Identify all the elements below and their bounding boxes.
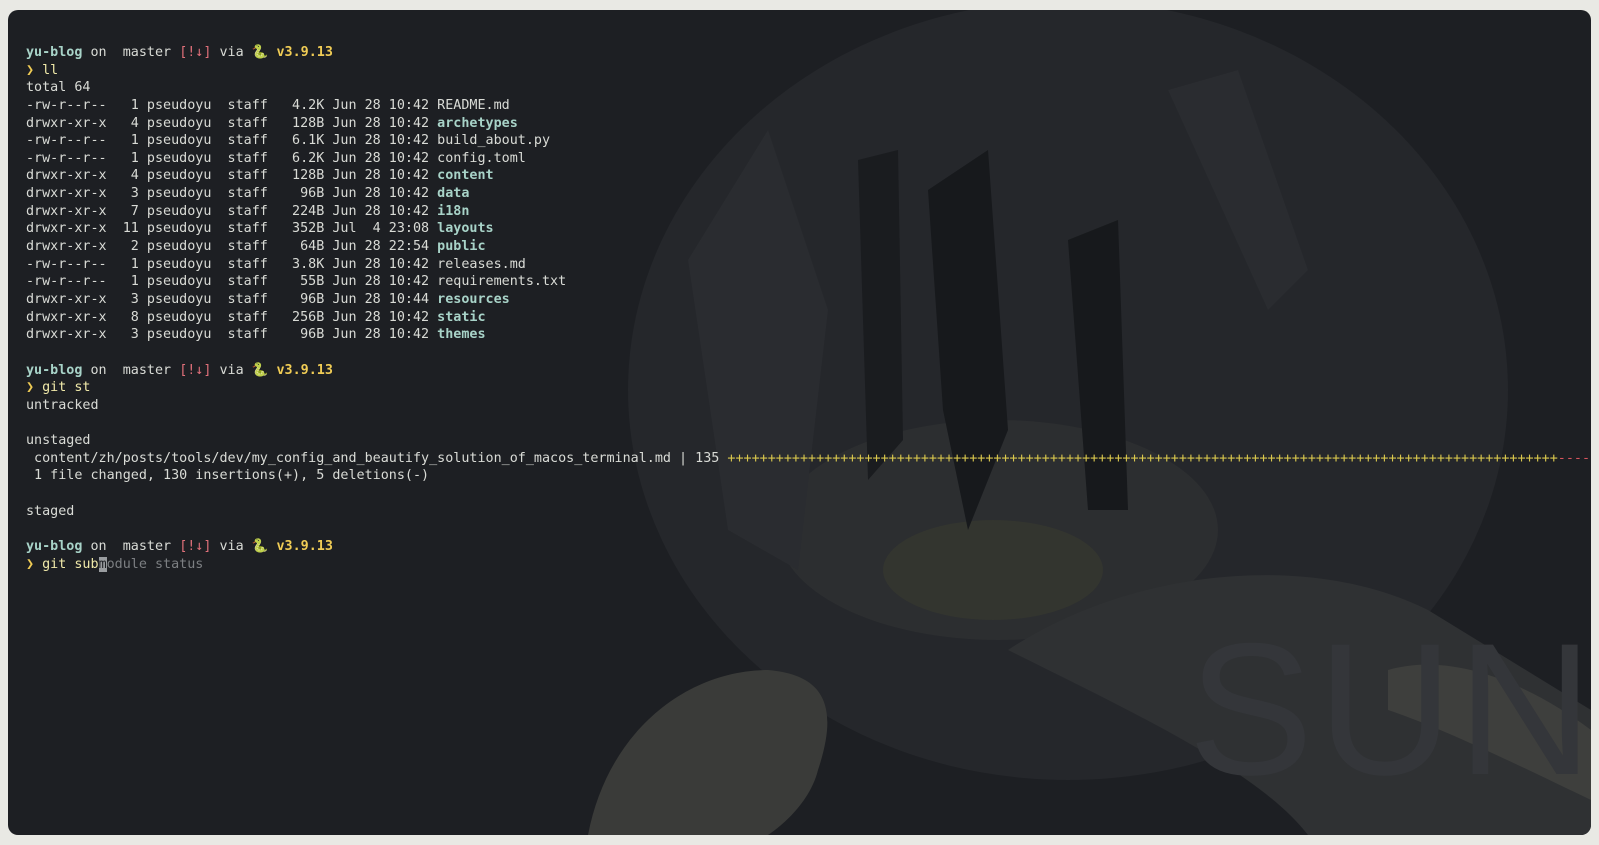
git-branch: master xyxy=(122,538,172,554)
file-name[interactable]: build_about.py xyxy=(437,133,550,148)
git-status: [!↓] xyxy=(179,362,212,378)
prompt-line: yu-blog on master [!↓] via 🐍 v3.9.13 xyxy=(26,362,1591,380)
prompt-on: on xyxy=(90,362,107,378)
untracked-label: untracked xyxy=(26,397,99,413)
python-version: v3.9.13 xyxy=(276,538,333,554)
directory-name[interactable]: data xyxy=(437,186,469,201)
text-cursor: m xyxy=(98,556,107,572)
directory-name[interactable]: static xyxy=(437,310,485,325)
terminal-output: yu-blog on master [!↓] via 🐍 v3.9.13 ❯ ll… xyxy=(26,44,1591,573)
prompt-symbol: ❯ xyxy=(26,380,35,396)
directory-name[interactable]: public xyxy=(437,239,485,254)
git-status: [!↓] xyxy=(179,538,212,554)
command-text: ll xyxy=(42,62,59,78)
git-status: [!↓] xyxy=(179,45,212,60)
prompt-directory: yu-blog xyxy=(26,362,83,378)
command-text: git st xyxy=(42,380,91,396)
prompt-via: via xyxy=(219,362,244,378)
directory-name[interactable]: content xyxy=(437,168,493,183)
python-icon: 🐍 xyxy=(251,362,269,378)
prompt-directory: yu-blog xyxy=(26,45,83,60)
ls-entry: -rw-r--r-- 1 pseudoyu staff 3.8K Jun 28 … xyxy=(26,256,526,272)
ls-entry: drwxr-xr-x 3 pseudoyu staff 96B Jun 28 1… xyxy=(26,186,470,202)
diff-insertions-bar: ++++++++++++++++++++++++++++++++++++++++… xyxy=(727,450,1558,466)
python-icon: 🐍 xyxy=(251,538,269,554)
prompt-on: on xyxy=(90,45,107,60)
prompt-line: yu-blog on master [!↓] via 🐍 v3.9.13 xyxy=(26,44,1591,62)
file-name[interactable]: releases.md xyxy=(437,257,526,272)
prompt-line: yu-blog on master [!↓] via 🐍 v3.9.13 xyxy=(26,538,1591,556)
ls-entry: drwxr-xr-x 4 pseudoyu staff 128B Jun 28 … xyxy=(26,168,494,184)
directory-name[interactable]: layouts xyxy=(437,221,493,236)
python-version: v3.9.13 xyxy=(276,45,333,60)
diff-deletions-bar: ----- xyxy=(1557,450,1591,466)
unstaged-label: unstaged xyxy=(26,433,91,449)
ls-entry: drwxr-xr-x 2 pseudoyu staff 64B Jun 28 2… xyxy=(26,239,486,255)
terminal-window[interactable]: SUN yu-blog on master [!↓] via 🐍 v3.9.13… xyxy=(8,10,1591,835)
prompt-symbol: ❯ xyxy=(26,62,35,78)
ls-entry: drwxr-xr-x 8 pseudoyu staff 256B Jun 28 … xyxy=(26,309,486,325)
prompt-on: on xyxy=(90,538,107,554)
git-branch: master xyxy=(122,362,172,378)
ls-entry: drwxr-xr-x 3 pseudoyu staff 96B Jun 28 1… xyxy=(26,291,510,307)
ls-entry: drwxr-xr-x 11 pseudoyu staff 352B Jul 4 … xyxy=(26,221,494,237)
typed-input[interactable]: git sub xyxy=(42,557,98,572)
directory-name[interactable]: archetypes xyxy=(437,116,518,131)
autosuggestion: odule status xyxy=(106,556,204,572)
command-line: ❯ ll xyxy=(26,62,1591,80)
prompt-via: via xyxy=(219,45,244,60)
ls-entry: -rw-r--r-- 1 pseudoyu staff 6.2K Jun 28 … xyxy=(26,150,526,166)
current-command-line[interactable]: ❯ git submodule status xyxy=(26,556,1591,574)
ls-entry: drwxr-xr-x 3 pseudoyu staff 96B Jun 28 1… xyxy=(26,327,486,343)
directory-name[interactable]: i18n xyxy=(437,204,469,219)
prompt-symbol: ❯ xyxy=(26,556,35,572)
python-icon: 🐍 xyxy=(251,45,269,60)
file-name[interactable]: requirements.txt xyxy=(437,274,566,289)
ls-entry: -rw-r--r-- 1 pseudoyu staff 6.1K Jun 28 … xyxy=(26,133,551,149)
directory-name[interactable]: resources xyxy=(437,292,510,307)
diff-stat-line: content/zh/posts/tools/dev/my_config_and… xyxy=(26,450,1591,468)
ls-total: total 64 xyxy=(26,80,91,96)
command-line: ❯ git st xyxy=(26,379,1591,397)
directory-name[interactable]: themes xyxy=(437,327,485,342)
prompt-directory: yu-blog xyxy=(26,538,83,554)
ls-entry: -rw-r--r-- 1 pseudoyu staff 4.2K Jun 28 … xyxy=(26,97,510,113)
ls-entry: -rw-r--r-- 1 pseudoyu staff 55B Jun 28 1… xyxy=(26,274,567,290)
diff-summary: 1 file changed, 130 insertions(+), 5 del… xyxy=(26,468,430,484)
git-branch: master xyxy=(122,45,172,60)
python-version: v3.9.13 xyxy=(276,362,333,378)
ls-entry: drwxr-xr-x 4 pseudoyu staff 128B Jun 28 … xyxy=(26,115,518,131)
prompt-via: via xyxy=(219,538,244,554)
file-name[interactable]: config.toml xyxy=(437,151,526,166)
file-name[interactable]: README.md xyxy=(437,98,510,113)
staged-label: staged xyxy=(26,503,75,519)
ls-entry: drwxr-xr-x 7 pseudoyu staff 224B Jun 28 … xyxy=(26,203,470,219)
sun-watermark: SUN xyxy=(1188,604,1591,814)
